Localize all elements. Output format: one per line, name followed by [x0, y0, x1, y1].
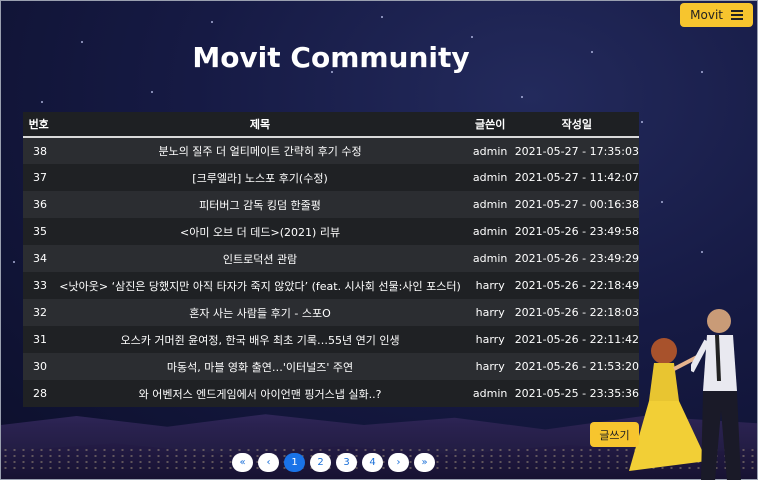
post-title-link[interactable]: 오스카 거머쥔 윤여정, 한국 배우 최초 기록…55년 연기 인생 — [54, 326, 466, 353]
table-row[interactable]: 30 마동석, 마블 영화 출연…'이터널즈' 주연 harry 2021-05… — [23, 353, 639, 380]
post-author: admin — [465, 191, 515, 218]
page-title: Movit Community — [192, 41, 470, 74]
post-author: harry — [465, 353, 515, 380]
table-row[interactable]: 31 오스카 거머쥔 윤여정, 한국 배우 최초 기록…55년 연기 인생 ha… — [23, 326, 639, 353]
post-title-link[interactable]: <낫아웃> ‘삼진은 당했지만 아직 타자가 죽지 않았다’ (feat. 시사… — [54, 272, 466, 299]
table-row[interactable]: 28 와 어벤저스 엔드게임에서 아이언맨 핑거스냅 실화..? admin 2… — [23, 380, 639, 407]
post-author: admin — [465, 137, 515, 164]
column-header-author: 글쓴이 — [465, 112, 515, 138]
table-row[interactable]: 35 <아미 오브 더 데드>(2021) 리뷰 admin 2021-05-2… — [23, 218, 639, 245]
table-row[interactable]: 32 혼자 사는 사람들 후기 - 스포O harry 2021-05-26 -… — [23, 299, 639, 326]
post-date: 2021-05-26 - 21:53:20 — [514, 353, 639, 380]
pagination: « ‹ 1 2 3 4 › » — [232, 453, 435, 472]
post-number: 36 — [23, 191, 55, 218]
post-title-link[interactable]: 혼자 사는 사람들 후기 - 스포O — [54, 299, 466, 326]
post-number: 30 — [23, 353, 55, 380]
page-button-2[interactable]: 2 — [310, 453, 331, 472]
post-title-link[interactable]: <아미 오브 더 데드>(2021) 리뷰 — [54, 218, 466, 245]
post-number: 34 — [23, 245, 55, 272]
write-post-button[interactable]: 글쓰기 — [590, 422, 639, 447]
post-number: 35 — [23, 218, 55, 245]
post-author: admin — [465, 218, 515, 245]
post-title-link[interactable]: 마동석, 마블 영화 출연…'이터널즈' 주연 — [54, 353, 466, 380]
post-author: harry — [465, 326, 515, 353]
prev-page-button[interactable]: ‹ — [258, 453, 279, 472]
next-page-button[interactable]: › — [388, 453, 409, 472]
table-row[interactable]: 33 <낫아웃> ‘삼진은 당했지만 아직 타자가 죽지 않았다’ (feat.… — [23, 272, 639, 299]
post-date: 2021-05-27 - 11:42:07 — [514, 164, 639, 191]
post-number: 32 — [23, 299, 55, 326]
table-row[interactable]: 34 인트로덕션 관람 admin 2021-05-26 - 23:49:29 — [23, 245, 639, 272]
post-author: harry — [465, 299, 515, 326]
column-header-date: 작성일 — [514, 112, 639, 138]
post-title-link[interactable]: 피터버그 감독 킹덤 한줄평 — [54, 191, 466, 218]
post-date: 2021-05-26 - 22:11:42 — [514, 326, 639, 353]
last-page-button[interactable]: » — [414, 453, 435, 472]
table-header-row: 번호 제목 글쓴이 작성일 — [23, 112, 639, 138]
menu-label: Movit — [690, 8, 723, 22]
first-page-button[interactable]: « — [232, 453, 253, 472]
table-row[interactable]: 38 분노의 질주 더 얼티메이트 간략히 후기 수정 admin 2021-0… — [23, 137, 639, 164]
post-date: 2021-05-26 - 22:18:49 — [514, 272, 639, 299]
table-row[interactable]: 37 [크루엘라] 노스포 후기(수정) admin 2021-05-27 - … — [23, 164, 639, 191]
post-title-link[interactable]: 와 어벤저스 엔드게임에서 아이언맨 핑거스냅 실화..? — [54, 380, 466, 407]
page-button-3[interactable]: 3 — [336, 453, 357, 472]
post-number: 28 — [23, 380, 55, 407]
post-title-link[interactable]: [크루엘라] 노스포 후기(수정) — [54, 164, 466, 191]
post-title-link[interactable]: 분노의 질주 더 얼티메이트 간략히 후기 수정 — [54, 137, 466, 164]
column-header-number: 번호 — [23, 112, 55, 138]
post-date: 2021-05-25 - 23:35:36 — [514, 380, 639, 407]
post-date: 2021-05-27 - 17:35:03 — [514, 137, 639, 164]
table-row[interactable]: 36 피터버그 감독 킹덤 한줄평 admin 2021-05-27 - 00:… — [23, 191, 639, 218]
post-author: admin — [465, 380, 515, 407]
post-author: admin — [465, 245, 515, 272]
post-date: 2021-05-26 - 22:18:03 — [514, 299, 639, 326]
post-title-link[interactable]: 인트로덕션 관람 — [54, 245, 466, 272]
post-number: 37 — [23, 164, 55, 191]
post-table: 번호 제목 글쓴이 작성일 38 분노의 질주 더 얼티메이트 간략히 후기 수… — [23, 112, 639, 407]
post-date: 2021-05-27 - 00:16:38 — [514, 191, 639, 218]
dancer-man-illustration — [691, 309, 741, 480]
post-date: 2021-05-26 - 23:49:29 — [514, 245, 639, 272]
post-author: admin — [465, 164, 515, 191]
page-button-4[interactable]: 4 — [362, 453, 383, 472]
post-number: 38 — [23, 137, 55, 164]
column-header-title: 제목 — [54, 112, 466, 138]
post-number: 33 — [23, 272, 55, 299]
post-date: 2021-05-26 - 23:49:58 — [514, 218, 639, 245]
post-author: harry — [465, 272, 515, 299]
post-number: 31 — [23, 326, 55, 353]
hamburger-icon — [731, 8, 743, 22]
menu-button[interactable]: Movit — [680, 3, 753, 27]
page-button-1[interactable]: 1 — [284, 453, 305, 472]
